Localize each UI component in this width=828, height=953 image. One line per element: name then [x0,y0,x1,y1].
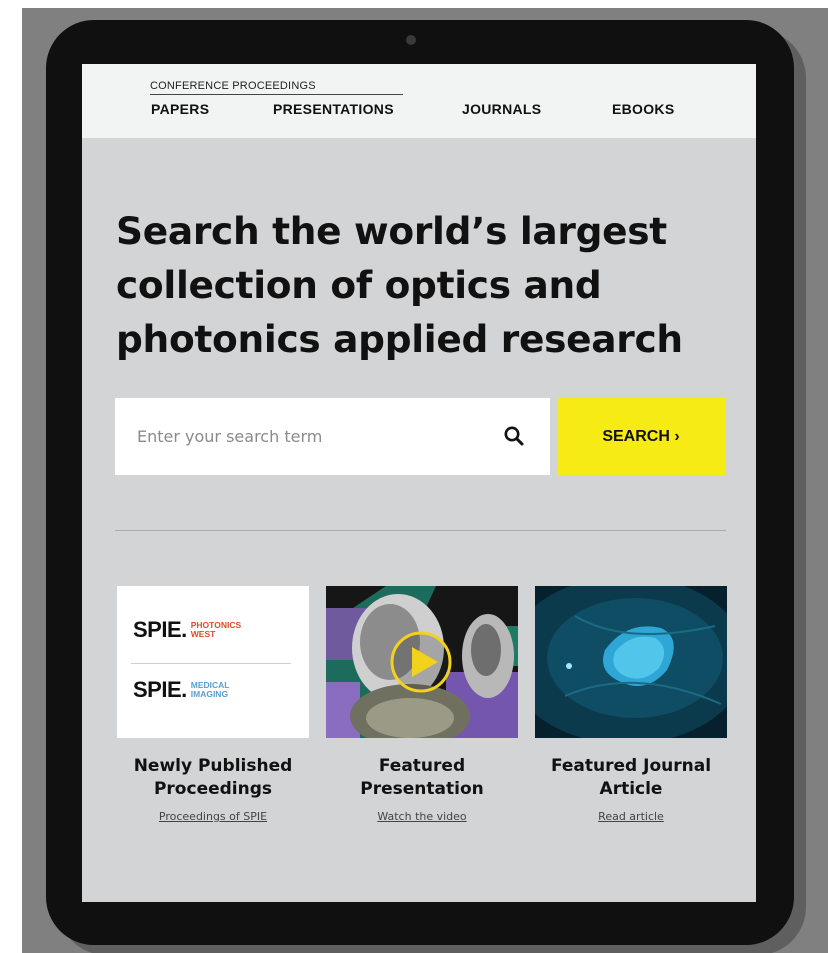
play-icon[interactable] [389,630,453,694]
logo-subtitle: PHOTONICS WEST [191,621,241,639]
card-proceedings: SPIE. PHOTONICS WEST SPIE. MEDICAL IMAGI… [117,586,309,823]
search-icon[interactable] [503,425,525,447]
tablet-screen: CONFERENCE PROCEEDINGS PAPERS PRESENTATI… [82,64,756,902]
card-presentation: Featured Presentation Watch the video [326,586,518,823]
search-box [115,398,550,475]
headline-line: collection of optics and [116,263,602,307]
logo-subtitle-line: IMAGING [190,689,229,699]
nav-papers[interactable]: PAPERS [151,101,209,117]
logo-subtitle-line: WEST [190,629,216,639]
proceedings-link[interactable]: Proceedings of SPIE [117,810,309,823]
logo-separator [131,663,291,664]
card-title-line: Proceedings [153,779,273,799]
card-title: Featured Presentation [326,755,518,801]
logo-brand: SPIE. [133,617,187,642]
retina-scan-image [535,586,727,738]
card-title-line: Featured Journal [550,756,712,776]
card-title-line: Featured [378,756,466,776]
nav-journals[interactable]: JOURNALS [462,101,541,117]
watch-video-link[interactable]: Watch the video [326,810,518,823]
conference-proceedings-label: CONFERENCE PROCEEDINGS [150,80,403,95]
card-title-line: Newly Published [133,756,293,776]
card-title-line: Presentation [360,779,484,799]
spie-logos-image[interactable]: SPIE. PHOTONICS WEST SPIE. MEDICAL IMAGI… [117,586,309,738]
top-navigation: CONFERENCE PROCEEDINGS PAPERS PRESENTATI… [82,64,756,138]
search-button[interactable]: SEARCH › [557,398,725,475]
card-title-line: Article [599,779,663,799]
journal-article-image[interactable] [535,586,727,738]
logo-subtitle: MEDICAL IMAGING [191,681,230,699]
conference-proceedings-group: CONFERENCE PROCEEDINGS [150,80,403,95]
camera-icon [406,35,416,45]
read-article-link[interactable]: Read article [535,810,727,823]
card-journal-article: Featured Journal Article Read article [535,586,727,823]
card-title: Featured Journal Article [535,755,727,801]
spie-photonics-west-logo: SPIE. PHOTONICS WEST [133,617,241,643]
logo-brand: SPIE. [133,677,187,702]
nav-presentations[interactable]: PRESENTATIONS [273,101,394,117]
hero-headline: Search the world’s largest collection of… [116,204,736,366]
nav-ebooks[interactable]: EBOOKS [612,101,674,117]
spie-medical-imaging-logo: SPIE. MEDICAL IMAGING [133,677,229,703]
card-title: Newly Published Proceedings [117,755,309,801]
search-input[interactable] [137,398,487,475]
headline-line: photonics applied research [116,317,683,361]
headline-line: Search the world’s largest [116,209,667,253]
section-divider [115,530,726,531]
presentation-video-thumbnail[interactable] [326,586,518,738]
